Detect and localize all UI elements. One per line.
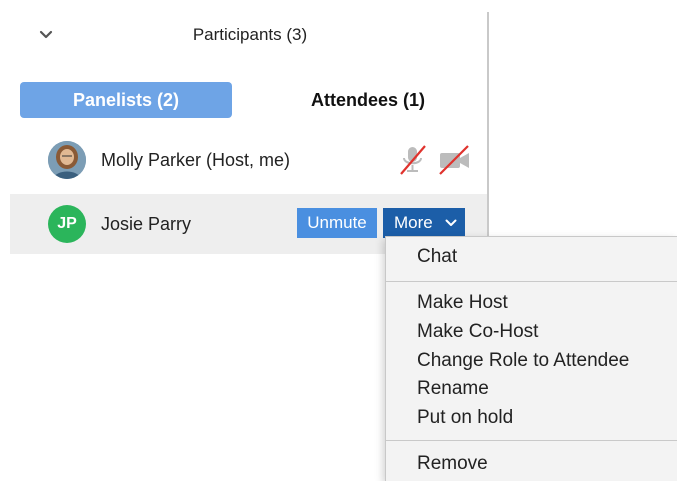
- tab-panelists[interactable]: Panelists (2): [20, 82, 232, 118]
- panel-title: Participants (3): [192, 25, 308, 44]
- more-button-label: More: [394, 213, 433, 232]
- more-options-menu: Chat Make Host Make Co-Host Change Role …: [385, 236, 677, 481]
- menu-item-put-on-hold[interactable]: Put on hold: [417, 405, 513, 431]
- chevron-down-icon: [39, 30, 53, 39]
- avatar: JP: [48, 205, 86, 243]
- menu-separator: [386, 281, 677, 282]
- menu-item-remove[interactable]: Remove: [417, 451, 488, 477]
- participant-name: Josie Parry: [101, 214, 192, 234]
- menu-item-change-role[interactable]: Change Role to Attendee: [417, 348, 629, 374]
- unmute-button[interactable]: Unmute: [297, 208, 377, 238]
- menu-item-chat[interactable]: Chat: [417, 244, 457, 270]
- avatar: [48, 141, 86, 179]
- menu-separator: [386, 440, 677, 441]
- participant-name: Molly Parker (Host, me): [101, 150, 291, 170]
- avatar-photo-icon: [48, 141, 86, 179]
- video-off-icon[interactable]: [436, 144, 472, 176]
- zoom-participants-window: Participants (3) Panelists (2) Attendees…: [0, 0, 677, 481]
- participant-row-host[interactable]: Molly Parker (Host, me): [10, 130, 487, 190]
- chevron-down-small-icon: [445, 219, 457, 226]
- menu-item-rename[interactable]: Rename: [417, 376, 489, 402]
- menu-item-make-host[interactable]: Make Host: [417, 290, 508, 316]
- menu-item-make-co-host[interactable]: Make Co-Host: [417, 319, 538, 345]
- mic-muted-icon[interactable]: [398, 144, 428, 176]
- more-button[interactable]: More: [383, 208, 465, 238]
- tab-attendees[interactable]: Attendees (1): [262, 82, 474, 118]
- collapse-panel-button[interactable]: [36, 26, 56, 44]
